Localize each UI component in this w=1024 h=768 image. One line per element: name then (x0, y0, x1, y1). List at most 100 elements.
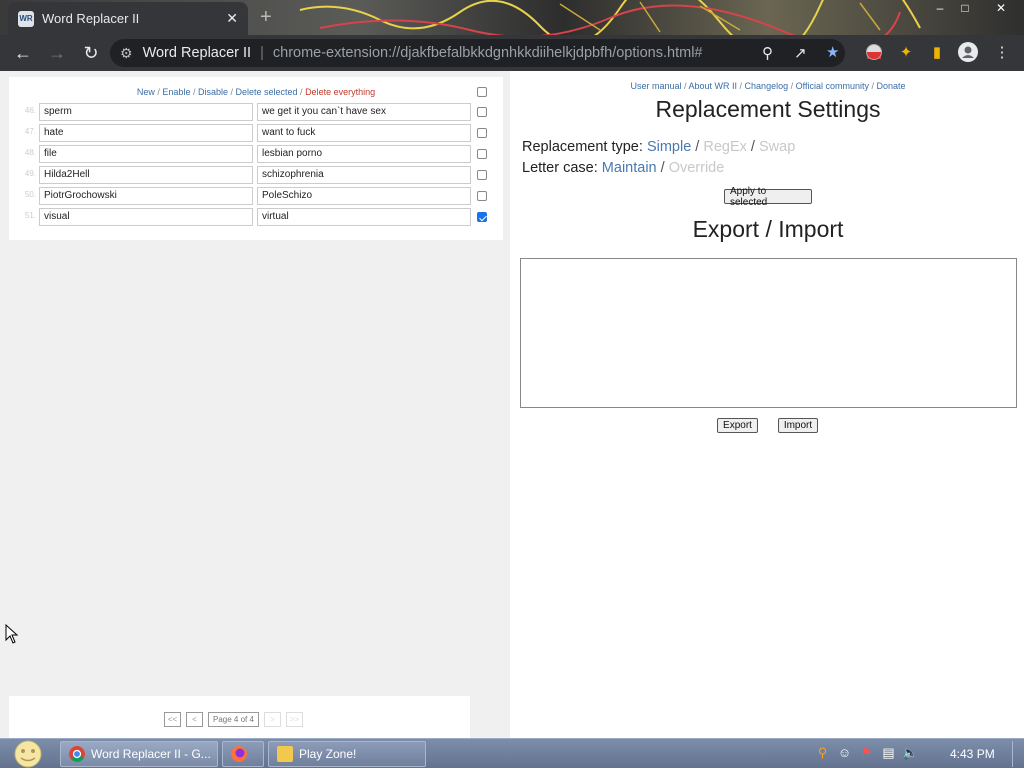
row-number: 48. (24, 148, 36, 157)
row-checkbox[interactable] (477, 149, 487, 159)
word-field[interactable]: hate (39, 124, 253, 142)
replacement-field[interactable]: we get it you can`t have sex (257, 103, 471, 121)
row-number: 47. (24, 127, 36, 136)
extension-puzzle-icon: ⚙ (120, 44, 133, 61)
close-window-icon[interactable]: ✕ (988, 0, 1014, 18)
taskbar-chrome-window[interactable]: Word Replacer II - G... (60, 741, 218, 767)
apply-to-selected-button[interactable]: Apply to selected (724, 186, 812, 208)
extension-flag-icon[interactable] (864, 42, 884, 62)
browser-tab[interactable]: WR Word Replacer II ✕ (8, 2, 248, 35)
page-indicator: Page 4 of 4 (208, 712, 259, 727)
simple-option[interactable]: Simple (647, 139, 691, 155)
taskbar-firefox-window[interactable] (222, 741, 264, 767)
export-button[interactable]: Export (717, 418, 758, 433)
import-button[interactable]: Import (778, 418, 818, 433)
close-tab-icon[interactable]: ✕ (226, 10, 238, 27)
user-manual-link[interactable]: User manual (630, 81, 681, 91)
word-field[interactable]: sperm (39, 103, 253, 121)
side-panel-icon[interactable]: ▮ (927, 42, 947, 62)
firefox-icon (231, 746, 247, 762)
network-icon[interactable]: ▤ (881, 745, 896, 760)
replacement-field[interactable]: virtual (257, 208, 471, 226)
override-option[interactable]: Override (669, 160, 725, 176)
profile-avatar-icon[interactable] (958, 42, 978, 62)
volume-icon[interactable]: 🔈 (902, 745, 918, 760)
action-center-flag-icon[interactable]: ⚑ (859, 745, 874, 760)
row-checkbox[interactable] (477, 107, 487, 117)
delete-everything-link[interactable]: Delete everything (305, 87, 375, 97)
first-page-button[interactable]: << (164, 712, 181, 727)
replacement-field[interactable]: want to fuck (257, 124, 471, 142)
word-field[interactable]: PiotrGrochowski (39, 187, 253, 205)
help-links-bar: User manual / About WR II / Changelog / … (630, 81, 906, 91)
pagination-card: << < Page 4 of 4 > >> (9, 696, 470, 738)
taskbar-clock[interactable]: 4:43 PM (950, 747, 995, 761)
replacement-field[interactable]: lesbian porno (257, 145, 471, 163)
settings-panel: User manual / About WR II / Changelog / … (510, 71, 1024, 738)
donate-link[interactable]: Donate (876, 81, 905, 91)
share-icon[interactable]: ↗ (794, 44, 807, 62)
enable-link[interactable]: Enable (162, 87, 190, 97)
window-title-bar: WR Word Replacer II ✕ + – □ ✕ (0, 0, 1024, 35)
taskbar-folder-window[interactable]: Play Zone! (268, 741, 426, 767)
next-page-button[interactable]: > (263, 712, 281, 727)
system-tray: ⚲ ☺ ⚑ ▤ 🔈 (815, 745, 919, 761)
site-name: Word Replacer II (142, 45, 252, 61)
row-number: 50. (24, 190, 36, 199)
previous-page-button[interactable]: < (186, 712, 203, 727)
list-actions-bar: New / Enable / Disable / Delete selected… (136, 87, 376, 97)
row-checkbox[interactable] (477, 170, 487, 180)
row-checkbox[interactable] (477, 191, 487, 201)
maximize-window-icon[interactable]: □ (952, 0, 978, 18)
letter-case-row: Letter case: Maintain / Override (522, 160, 725, 176)
export-import-heading: Export / Import (692, 216, 844, 242)
last-page-button[interactable]: >> (285, 712, 303, 727)
export-import-textarea[interactable] (520, 258, 1017, 408)
address-bar[interactable]: ⚙ Word Replacer II | chrome-extension://… (110, 39, 845, 67)
bookmark-star-icon[interactable]: ★ (826, 43, 839, 61)
row-checkbox[interactable] (477, 128, 487, 138)
forward-arrow-icon[interactable]: → (42, 38, 72, 68)
official-community-link[interactable]: Official community (796, 81, 869, 91)
reload-icon[interactable]: ↻ (76, 38, 106, 68)
select-all-checkbox[interactable] (477, 87, 487, 97)
replacement-field[interactable]: PoleSchizo (257, 187, 471, 205)
list-row: 48. file lesbian porno (9, 145, 503, 163)
smiley-tray-icon[interactable]: ☺ (837, 745, 852, 760)
extensions-puzzle-icon[interactable]: ✦ (896, 42, 916, 62)
start-button-icon[interactable] (10, 740, 46, 768)
list-row: 47. hate want to fuck (9, 124, 503, 142)
browser-menu-icon[interactable]: ⋮ (992, 42, 1012, 62)
replacement-list-card: New / Enable / Disable / Delete selected… (9, 77, 503, 240)
word-field[interactable]: visual (39, 208, 253, 226)
url-text: chrome-extension://djakfbefalbkkdgnhkkdi… (272, 45, 703, 61)
letter-case-label: Letter case: (522, 160, 598, 176)
search-tray-icon[interactable]: ⚲ (815, 745, 830, 760)
disable-link[interactable]: Disable (198, 87, 228, 97)
maintain-option[interactable]: Maintain (602, 160, 657, 176)
mouse-pointer-icon (5, 624, 19, 644)
replacement-settings-heading: Replacement Settings (655, 96, 881, 122)
swap-option[interactable]: Swap (759, 139, 795, 155)
about-link[interactable]: About WR II (689, 81, 738, 91)
new-link[interactable]: New (137, 87, 155, 97)
zoom-search-icon[interactable]: ⚲ (762, 44, 773, 62)
taskbar-task-label: Play Zone! (299, 747, 357, 761)
new-tab-button[interactable]: + (260, 6, 272, 29)
minimize-window-icon[interactable]: – (927, 0, 953, 18)
back-arrow-icon[interactable]: ← (8, 38, 38, 68)
delete-selected-link[interactable]: Delete selected (236, 87, 298, 97)
windows-taskbar: Word Replacer II - G... Play Zone! ⚲ ☺ ⚑… (0, 738, 1024, 768)
word-field[interactable]: file (39, 145, 253, 163)
chrome-icon (69, 746, 85, 762)
show-desktop-button[interactable] (1012, 741, 1022, 767)
row-number: 46. (24, 106, 36, 115)
row-checkbox[interactable] (477, 212, 487, 222)
regex-option[interactable]: RegEx (703, 139, 747, 155)
list-row: 49. Hilda2Hell schizophrenia (9, 166, 503, 184)
replacement-field[interactable]: schizophrenia (257, 166, 471, 184)
changelog-link[interactable]: Changelog (745, 81, 789, 91)
list-row: 51. visual virtual (9, 208, 503, 226)
word-field[interactable]: Hilda2Hell (39, 166, 253, 184)
row-number: 49. (24, 169, 36, 178)
